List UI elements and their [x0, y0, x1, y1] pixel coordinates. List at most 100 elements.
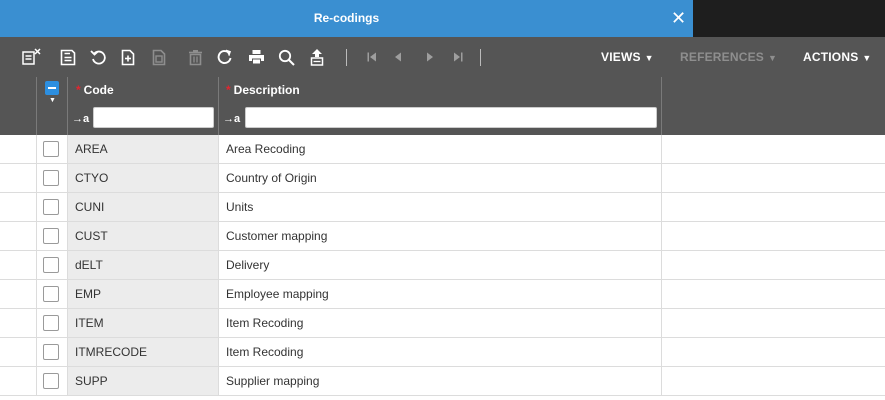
print-icon[interactable] [243, 37, 269, 77]
clear-selection-icon[interactable] [20, 37, 44, 77]
row-checkbox[interactable] [43, 257, 59, 273]
actions-label: ACTIONS [803, 50, 859, 64]
cell-divider [67, 193, 68, 221]
export-icon[interactable] [305, 37, 329, 77]
views-menu[interactable]: VIEWS ▼ [601, 37, 654, 77]
cell-divider [36, 251, 37, 279]
cell-divider [67, 367, 68, 395]
column-divider [36, 77, 37, 135]
actions-menu[interactable]: ACTIONS ▼ [803, 37, 872, 77]
code-cell[interactable]: CUNI [75, 193, 104, 221]
column-header-code[interactable]: * Code [76, 83, 114, 97]
cell-divider [661, 367, 662, 395]
description-cell[interactable]: Employee mapping [226, 280, 329, 308]
cell-divider [67, 280, 68, 308]
chevron-down-icon[interactable]: ▼ [49, 97, 56, 104]
cell-divider [67, 338, 68, 366]
table-row[interactable]: AREA Area Recoding [0, 135, 885, 164]
code-cell[interactable]: ITEM [75, 309, 104, 337]
refresh-icon[interactable] [213, 37, 237, 77]
code-cell[interactable]: CUST [75, 222, 108, 250]
grid-header: ▼ * Code * Description →a →a [0, 77, 885, 135]
description-cell[interactable]: Delivery [226, 251, 269, 279]
cell-divider [67, 309, 68, 337]
row-checkbox[interactable] [43, 373, 59, 389]
description-cell[interactable]: Item Recoding [226, 309, 303, 337]
chevron-down-icon: ▼ [862, 53, 872, 63]
cell-divider [67, 222, 68, 250]
code-filter-input[interactable] [93, 107, 214, 128]
row-checkbox[interactable] [43, 344, 59, 360]
cell-divider [36, 309, 37, 337]
cell-divider [36, 135, 37, 163]
cell-divider [36, 164, 37, 192]
description-filter-input[interactable] [245, 107, 657, 128]
cell-divider [36, 338, 37, 366]
close-icon[interactable]: ✕ [664, 0, 693, 37]
cell-divider [661, 251, 662, 279]
table-row[interactable]: dELT Delivery [0, 251, 885, 280]
table-row[interactable]: SUPP Supplier mapping [0, 367, 885, 396]
code-cell[interactable]: EMP [75, 280, 101, 308]
description-cell[interactable]: Country of Origin [226, 164, 317, 192]
copy-record-icon[interactable] [147, 37, 171, 77]
code-cell[interactable]: AREA [75, 135, 108, 163]
code-cell[interactable]: ITMRECODE [75, 338, 147, 366]
cell-divider [36, 367, 37, 395]
save-icon[interactable] [56, 37, 80, 77]
row-checkbox[interactable] [43, 228, 59, 244]
required-marker: * [76, 83, 81, 97]
select-all-checkbox[interactable] [45, 81, 59, 95]
description-cell[interactable]: Supplier mapping [226, 367, 319, 395]
column-divider [661, 77, 662, 135]
delete-icon[interactable] [183, 37, 207, 77]
cell-divider [67, 251, 68, 279]
chevron-down-icon: ▼ [644, 53, 654, 63]
toolbar-divider [346, 49, 347, 66]
row-checkbox[interactable] [43, 286, 59, 302]
cell-divider [661, 280, 662, 308]
chevron-down-icon: ▼ [768, 53, 778, 63]
cell-divider [67, 135, 68, 163]
cell-divider [218, 193, 219, 221]
column-header-description[interactable]: * Description [226, 83, 300, 97]
column-header-code-label: Code [83, 83, 114, 97]
cell-divider [218, 164, 219, 192]
table-row[interactable]: CUST Customer mapping [0, 222, 885, 251]
code-cell[interactable]: SUPP [75, 367, 108, 395]
column-divider [67, 77, 68, 135]
first-record-icon[interactable] [361, 37, 383, 77]
description-cell[interactable]: Units [226, 193, 253, 221]
description-cell[interactable]: Customer mapping [226, 222, 327, 250]
last-record-icon[interactable] [447, 37, 469, 77]
references-label: REFERENCES [680, 50, 765, 64]
row-checkbox[interactable] [43, 141, 59, 157]
row-checkbox[interactable] [43, 199, 59, 215]
references-menu[interactable]: REFERENCES ▼ [680, 37, 777, 77]
new-record-icon[interactable] [116, 37, 140, 77]
filter-mode-icon[interactable]: →a [223, 113, 240, 125]
row-checkbox[interactable] [43, 170, 59, 186]
search-icon[interactable] [273, 37, 299, 77]
cell-divider [661, 309, 662, 337]
column-divider [218, 77, 219, 135]
next-record-icon[interactable] [419, 37, 441, 77]
table-row[interactable]: CTYO Country of Origin [0, 164, 885, 193]
code-cell[interactable]: CTYO [75, 164, 108, 192]
description-cell[interactable]: Area Recoding [226, 135, 305, 163]
table-row[interactable]: ITEM Item Recoding [0, 309, 885, 338]
cell-divider [36, 222, 37, 250]
code-cell[interactable]: dELT [75, 251, 103, 279]
required-marker: * [226, 83, 231, 97]
table-row[interactable]: CUNI Units [0, 193, 885, 222]
cell-divider [661, 135, 662, 163]
description-cell[interactable]: Item Recoding [226, 338, 303, 366]
table-row[interactable]: EMP Employee mapping [0, 280, 885, 309]
previous-record-icon[interactable] [387, 37, 409, 77]
window-title: Re-codings [313, 11, 380, 25]
undo-icon[interactable] [86, 37, 110, 77]
cell-divider [218, 309, 219, 337]
table-row[interactable]: ITMRECODE Item Recoding [0, 338, 885, 367]
row-checkbox[interactable] [43, 315, 59, 331]
filter-mode-icon[interactable]: →a [72, 113, 89, 125]
